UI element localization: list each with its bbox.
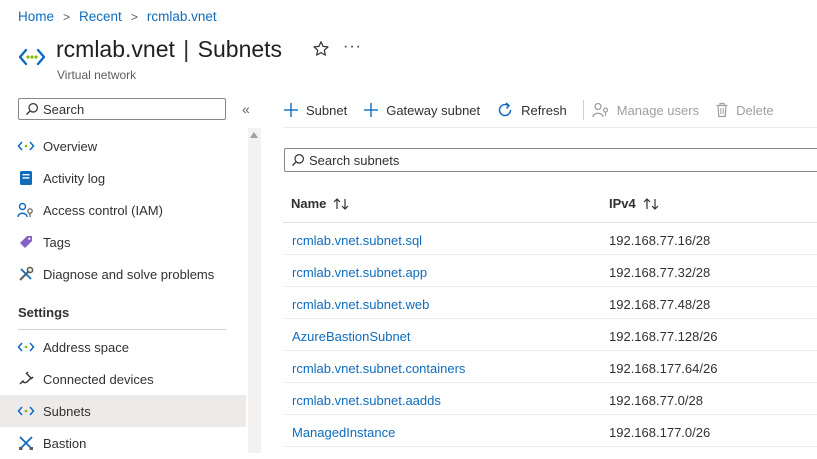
subnet-ipv4: 192.168.77.48/28 (609, 297, 711, 312)
subnet-ipv4: 192.168.77.32/28 (609, 265, 711, 280)
vnet-icon (17, 338, 35, 356)
scroll-up-arrow-icon[interactable] (250, 132, 258, 138)
nav-item-address-space[interactable]: Address space (0, 331, 246, 363)
plus-icon (363, 102, 379, 118)
manage-users-icon (592, 102, 610, 118)
column-header-name[interactable]: Name (291, 196, 349, 211)
nav-divider (18, 329, 226, 330)
delete-label: Delete (736, 102, 774, 118)
table-row: rcmlab.vnet.subnet.web 192.168.77.48/28 (283, 287, 817, 319)
vnet-icon (17, 402, 35, 420)
nav-item-label: Subnets (43, 403, 91, 419)
refresh-button[interactable]: Refresh (496, 101, 567, 119)
nav-item-label: Tags (43, 234, 71, 250)
nav-item-diagnose[interactable]: Diagnose and solve problems (0, 258, 246, 290)
nav-item-bastion[interactable]: Bastion (0, 427, 246, 459)
collapse-menu-icon[interactable]: « (242, 101, 250, 117)
add-subnet-label: Subnet (306, 102, 348, 118)
subnet-name-link[interactable]: rcmlab.vnet.subnet.app (292, 265, 427, 280)
chevron-right-icon: > (130, 9, 138, 24)
breadcrumb-resource[interactable]: rcmlab.vnet (147, 9, 217, 24)
breadcrumb-home[interactable]: Home (18, 9, 54, 24)
vnet-icon (18, 48, 46, 66)
breadcrumb: Home > Recent > rcmlab.vnet (18, 9, 217, 24)
nav-item-tags[interactable]: Tags (0, 226, 246, 258)
nav-item-label: Overview (43, 138, 98, 154)
wrench-icon (17, 265, 35, 283)
add-gateway-subnet-button[interactable]: Gateway subnet (363, 102, 480, 118)
nav-search-input[interactable] (43, 101, 213, 117)
subnet-name-link[interactable]: rcmlab.vnet.subnet.sql (292, 233, 422, 248)
plug-icon (17, 370, 35, 388)
manage-users-label: Manage users (616, 102, 700, 118)
manage-users-button[interactable]: Manage users (592, 102, 699, 118)
resource-type: Virtual network (57, 68, 137, 82)
trash-icon (715, 102, 729, 118)
refresh-icon (496, 101, 514, 119)
command-bar: Subnet Gateway subnet Refresh Manage use… (283, 98, 790, 122)
nav-item-label: Bastion (43, 435, 87, 451)
toolbar-divider-line (283, 127, 817, 128)
subnet-ipv4: 192.168.177.64/26 (609, 361, 718, 376)
table-row: AzureBastionSubnet 192.168.77.128/26 (283, 319, 817, 351)
delete-button[interactable]: Delete (715, 102, 774, 118)
vnet-icon (17, 137, 35, 155)
nav-item-activity-log[interactable]: Activity log (0, 162, 246, 194)
iam-icon (17, 201, 35, 219)
sort-icon (333, 197, 349, 211)
column-header-label: IPv4 (609, 196, 636, 211)
table-row: ManagedInstance 192.168.177.0/26 (283, 415, 817, 447)
toolbar-divider (582, 100, 584, 120)
tag-icon (17, 233, 35, 251)
blade-name: Subnets (197, 36, 283, 62)
search-icon (26, 103, 38, 115)
subnet-ipv4: 192.168.77.128/26 (609, 329, 718, 344)
refresh-label: Refresh (521, 102, 567, 118)
nav-item-subnets[interactable]: Subnets (0, 395, 246, 427)
nav-item-label: Address space (43, 339, 129, 355)
column-header-label: Name (291, 196, 327, 211)
activity-log-icon (17, 169, 35, 187)
subnet-name-link[interactable]: rcmlab.vnet.subnet.aadds (292, 393, 441, 408)
table-row: rcmlab.vnet.subnet.app 192.168.77.32/28 (283, 255, 817, 287)
sort-icon (643, 197, 659, 211)
nav-scrollbar[interactable] (248, 128, 261, 453)
add-gateway-subnet-label: Gateway subnet (386, 102, 481, 118)
subnet-name-link[interactable]: ManagedInstance (292, 425, 395, 440)
chevron-right-icon: > (63, 9, 71, 24)
nav-item-access-control[interactable]: Access control (IAM) (0, 194, 246, 226)
bastion-icon (17, 434, 35, 452)
more-options-icon[interactable]: ··· (343, 38, 362, 56)
table-row: rcmlab.vnet.subnet.aadds 192.168.77.0/28 (283, 383, 817, 415)
subnet-search-box[interactable] (284, 148, 817, 172)
subnet-name-link[interactable]: AzureBastionSubnet (292, 329, 411, 344)
nav-item-label: Access control (IAM) (43, 202, 163, 218)
subnet-ipv4: 192.168.77.0/28 (609, 393, 703, 408)
table-row: rcmlab.vnet.subnet.sql 192.168.77.16/28 (283, 223, 817, 255)
title-separator: | (183, 36, 190, 62)
resource-name: rcmlab.vnet (56, 36, 175, 62)
nav-search-box[interactable] (18, 98, 226, 120)
column-header-ipv4[interactable]: IPv4 (609, 196, 659, 211)
subnet-name-link[interactable]: rcmlab.vnet.subnet.web (292, 297, 429, 312)
search-icon (292, 154, 304, 166)
breadcrumb-recent[interactable]: Recent (79, 9, 122, 24)
subnet-name-link[interactable]: rcmlab.vnet.subnet.containers (292, 361, 465, 376)
nav-item-label: Activity log (43, 170, 106, 186)
subnet-ipv4: 192.168.77.16/28 (609, 233, 711, 248)
nav-item-label: Diagnose and solve problems (43, 266, 215, 282)
subnet-ipv4: 192.168.177.0/26 (609, 425, 711, 440)
page-title: rcmlab.vnet | Subnets (56, 36, 282, 63)
table-row: rcmlab.vnet.subnet.containers 192.168.17… (283, 351, 817, 383)
add-subnet-button[interactable]: Subnet (283, 102, 347, 118)
nav-item-connected-devices[interactable]: Connected devices (0, 363, 246, 395)
star-icon[interactable] (312, 40, 330, 58)
nav-item-label: Connected devices (43, 371, 154, 387)
plus-icon (283, 102, 299, 118)
nav-item-overview[interactable]: Overview (0, 130, 246, 162)
nav-section-settings: Settings (18, 305, 70, 320)
subnet-search-input[interactable] (309, 152, 789, 168)
